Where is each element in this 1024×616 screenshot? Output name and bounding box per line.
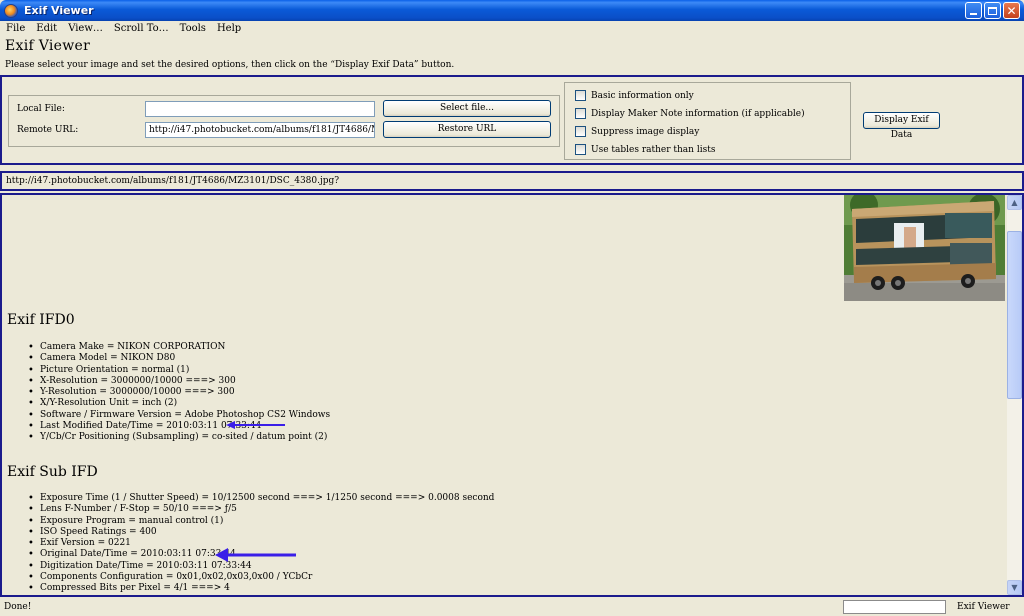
menu-view[interactable]: View… — [68, 23, 103, 37]
list-item: Exposure Time (1 / Shutter Speed) = 10/1… — [28, 493, 494, 505]
list-item: ISO Speed Ratings = 400 — [28, 527, 494, 539]
list-item: Lens F-Number / F-Stop = 50/10 ===> ƒ/5 — [28, 504, 494, 516]
list-item: Exposure Program = manual control (1) — [28, 516, 494, 528]
page-title: Exif Viewer — [5, 38, 91, 54]
option-suppress-image[interactable]: Suppress image display — [575, 126, 699, 137]
vertical-scrollbar[interactable]: ▲ ▼ — [1007, 195, 1022, 595]
checkbox[interactable] — [575, 90, 586, 101]
option-basic-info[interactable]: Basic information only — [575, 90, 694, 101]
sub-ifd-list: Exposure Time (1 / Shutter Speed) = 10/1… — [28, 493, 494, 595]
list-item: X-Resolution = 3000000/10000 ===> 300 — [28, 376, 330, 388]
list-item: Camera Make = NIKON CORPORATION — [28, 342, 330, 354]
select-file-button[interactable]: Select file... — [383, 100, 551, 117]
status-text: Done! — [4, 602, 32, 612]
list-item: Compressed Bits per Pixel = 4/1 ===> 4 — [28, 583, 494, 595]
list-item: X/Y-Resolution Unit = inch (2) — [28, 398, 330, 410]
checkbox[interactable] — [575, 144, 586, 155]
bus-photo — [844, 195, 1005, 301]
status-bar: Done! Exif Viewer — [0, 598, 1024, 616]
minimize-button[interactable] — [965, 2, 982, 19]
restore-url-button[interactable]: Restore URL — [383, 121, 551, 138]
menu-bar: File Edit View… Scroll To… Tools Help — [0, 23, 252, 37]
scroll-up-button[interactable]: ▲ — [1007, 195, 1022, 210]
checkbox[interactable] — [575, 108, 586, 119]
checkbox[interactable] — [575, 126, 586, 137]
window-controls: ✕ — [965, 2, 1020, 19]
list-item: Y-Resolution = 3000000/10000 ===> 300 — [28, 387, 330, 399]
list-item: Picture Orientation = normal (1) — [28, 365, 330, 377]
list-item: Y/Cb/Cr Positioning (Subsampling) = co-s… — [28, 432, 330, 444]
option-label: Basic information only — [591, 90, 694, 101]
option-label: Use tables rather than lists — [591, 144, 716, 155]
status-progress-field — [843, 600, 946, 614]
maximize-button[interactable] — [984, 2, 1001, 19]
source-fieldset: Local File: Select file... Remote URL: h… — [8, 95, 560, 147]
display-exif-data-button[interactable]: Display Exif Data — [863, 112, 940, 140]
option-maker-note[interactable]: Display Maker Note information (if appli… — [575, 108, 805, 119]
scroll-thumb[interactable] — [1007, 231, 1022, 399]
minimize-icon — [970, 13, 977, 15]
local-file-input[interactable] — [145, 101, 375, 117]
highlight-arrow-icon — [226, 421, 285, 429]
close-icon: ✕ — [1006, 3, 1017, 18]
title-bar: Exif Viewer ✕ — [0, 0, 1024, 21]
menu-tools[interactable]: Tools — [180, 23, 206, 37]
close-button[interactable]: ✕ — [1003, 2, 1020, 19]
option-use-tables[interactable]: Use tables rather than lists — [575, 144, 715, 155]
options-fieldset: Basic information only Display Maker Not… — [564, 82, 851, 160]
highlight-arrow-icon — [215, 548, 296, 562]
menu-scroll-to[interactable]: Scroll To… — [114, 23, 169, 37]
remote-url-input[interactable]: http://i47.photobucket.com/albums/f181/J… — [145, 122, 375, 138]
section-heading-sub-ifd: Exif Sub IFD — [7, 464, 98, 480]
status-app-name: Exif Viewer — [957, 602, 1010, 612]
exif-content-area: Exif IFD0 Camera Make = NIKON CORPORATIO… — [0, 193, 1024, 597]
section-heading-ifd0: Exif IFD0 — [7, 312, 75, 328]
current-url-bar: http://i47.photobucket.com/albums/f181/J… — [0, 171, 1024, 191]
local-file-label: Local File: — [17, 104, 65, 114]
remote-url-label: Remote URL: — [17, 125, 79, 135]
list-item: Camera Model = NIKON D80 — [28, 353, 330, 365]
list-item: Components Configuration = 0x01,0x02,0x0… — [28, 572, 494, 584]
firefox-app-icon — [4, 3, 18, 18]
instructions-text: Please select your image and set the des… — [5, 60, 455, 70]
menu-edit[interactable]: Edit — [36, 23, 57, 37]
menu-help[interactable]: Help — [217, 23, 241, 37]
maximize-icon — [988, 6, 997, 15]
option-label: Display Maker Note information (if appli… — [591, 108, 805, 119]
scroll-down-button[interactable]: ▼ — [1007, 580, 1022, 595]
window-title: Exif Viewer — [24, 4, 94, 17]
menu-file[interactable]: File — [6, 23, 25, 37]
option-label: Suppress image display — [591, 126, 700, 137]
options-panel: Local File: Select file... Remote URL: h… — [0, 75, 1024, 165]
